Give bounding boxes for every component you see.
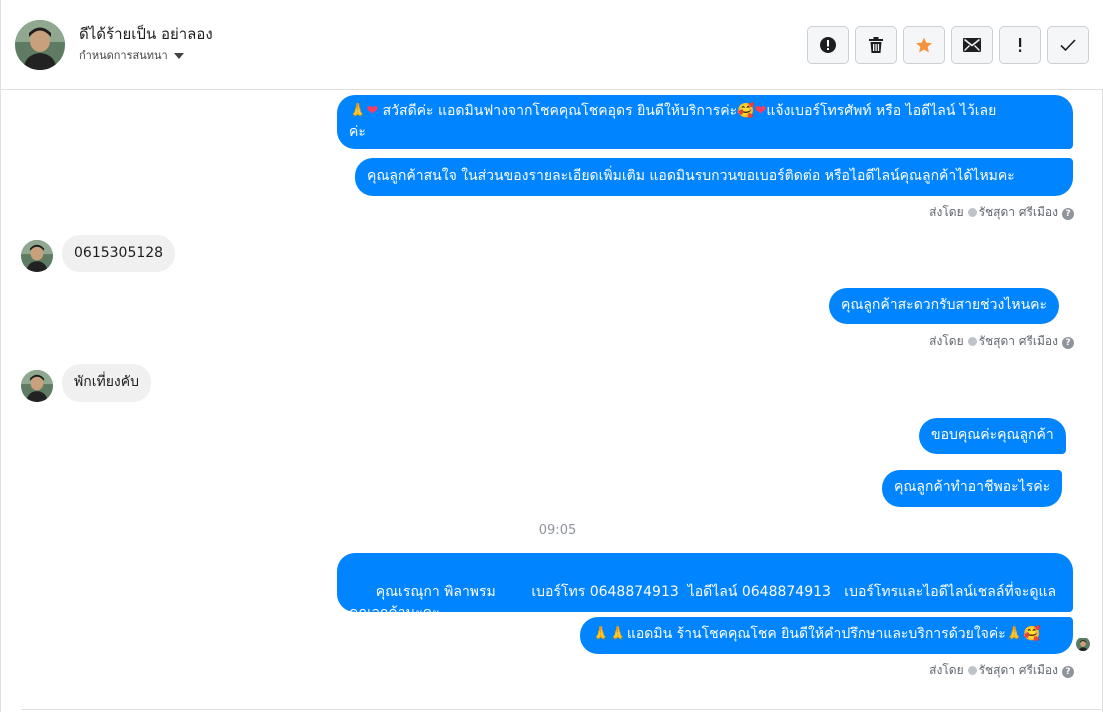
- help-icon[interactable]: ?: [1062, 666, 1074, 678]
- mail-icon: [963, 38, 981, 52]
- header-actions: [807, 26, 1089, 64]
- message-text: พักเที่ยงคับ: [74, 374, 140, 390]
- sent-by-prefix: ส่งโดย: [929, 663, 964, 677]
- outgoing-message[interactable]: คุณลูกค้าทำอาชีพอะไรค่ะ: [882, 470, 1063, 507]
- contact-avatar[interactable]: [15, 20, 65, 70]
- smiling-hearts-emoji: 🥰: [737, 103, 755, 119]
- assign-label: กำหนดการสนทนา: [79, 49, 168, 62]
- outgoing-message[interactable]: คุณเรณุกา พิลาพรม เบอร์โทร 0648874913 ไอ…: [337, 553, 1073, 621]
- star-icon: [916, 37, 932, 53]
- time-divider: 09:05: [538, 523, 577, 538]
- folded-hands-emoji: 🙏: [349, 103, 367, 119]
- help-icon[interactable]: ?: [1062, 337, 1074, 349]
- outgoing-message[interactable]: 🙏❤ สวัสดีค่ะ แอดมินฟางจากโชคคุณโชคอุดร ย…: [337, 95, 1073, 149]
- help-icon[interactable]: ?: [1062, 208, 1074, 220]
- mark-spam-button[interactable]: [807, 26, 849, 64]
- message-text: แอดมิน ร้านโชคคุณโชค ยินดีให้คำปรึกษาและ…: [626, 626, 1006, 642]
- sent-by-label: ส่งโดย รัชสุดา ศรีเมือง?: [929, 661, 1074, 680]
- message-text: คุณลูกค้าสนใจ ในส่วนของรายละเอียดเพิ่มเต…: [367, 168, 1015, 184]
- incoming-message[interactable]: พักเที่ยงคับ: [62, 364, 152, 402]
- message-text: แจ้งเบอร์โทรศัพท์ หรือ ไอดีไลน์ ไว้เลย: [766, 103, 997, 119]
- message-text: คุณลูกค้าสะดวกรับสายช่วงไหนคะ: [841, 297, 1048, 313]
- heart-emoji: ❤: [366, 103, 379, 119]
- page-dot-icon: [967, 208, 977, 217]
- contact-name[interactable]: ดีได้ร้ายเป็น อย่าลอง: [79, 22, 213, 46]
- message-text: ค่ะ: [349, 124, 366, 140]
- mark-unread-button[interactable]: [951, 26, 993, 64]
- sender-name[interactable]: รัชสุดา ศรีเมือง: [979, 334, 1058, 348]
- incoming-message[interactable]: 0615305128: [62, 235, 176, 272]
- alert-circle-icon: [820, 37, 836, 53]
- conversation-header: ดีได้ร้ายเป็น อย่าลอง กำหนดการสนทนา: [1, 0, 1103, 90]
- star-button[interactable]: [903, 26, 945, 64]
- page-dot-icon: [967, 337, 977, 346]
- message-text: 0615305128: [74, 245, 164, 261]
- sent-by-prefix: ส่งโดย: [929, 334, 964, 348]
- smiling-hearts-emoji: 🥰: [1023, 626, 1041, 642]
- message-text: ขอบคุณค่ะคุณลูกค้า: [931, 427, 1054, 443]
- outgoing-message[interactable]: 🙏🙏แอดมิน ร้านโชคคุณโชค ยินดีให้คำปรึกษาแ…: [580, 617, 1073, 654]
- folded-hands-emoji: 🙏: [1005, 626, 1024, 642]
- folded-hands-emoji: 🙏🙏: [592, 626, 627, 642]
- seen-receipt-avatar: [1076, 637, 1090, 651]
- sent-by-label: ส่งโดย รัชสุดา ศรีเมือง?: [929, 203, 1074, 222]
- heart-emoji: ❤: [754, 103, 767, 119]
- follow-up-button[interactable]: [999, 26, 1041, 64]
- delete-button[interactable]: [855, 26, 897, 64]
- message-text: คุณลูกค้าทำอาชีพอะไรค่ะ: [894, 479, 1051, 495]
- outgoing-message[interactable]: คุณลูกค้าสนใจ ในส่วนของรายละเอียดเพิ่มเต…: [355, 158, 1073, 196]
- message-text: สวัสดีค่ะ แอดมินฟางจากโชคคุณโชคอุดร ยินด…: [382, 103, 738, 119]
- sender-name[interactable]: รัชสุดา ศรีเมือง: [979, 205, 1058, 219]
- conversation-window: ดีได้ร้ายเป็น อย่าลอง กำหนดการสนทนา 🙏❤ ส…: [0, 0, 1103, 712]
- chevron-down-icon: [173, 53, 184, 59]
- page-dot-icon: [967, 666, 977, 675]
- contact-avatar-small[interactable]: [21, 370, 53, 402]
- check-icon: [1060, 39, 1076, 52]
- mark-done-button[interactable]: [1047, 26, 1089, 64]
- message-text: คุณเรณุกา พิลาพรม เบอร์โทร 0648874913 ไอ…: [375, 584, 1057, 600]
- outgoing-message[interactable]: ขอบคุณค่ะคุณลูกค้า: [919, 418, 1066, 454]
- sent-by-prefix: ส่งโดย: [929, 205, 964, 219]
- trash-icon: [869, 37, 883, 53]
- sender-name[interactable]: รัชสุดา ศรีเมือง: [979, 663, 1058, 677]
- sent-by-label: ส่งโดย รัชสุดา ศรีเมือง?: [929, 332, 1074, 351]
- exclamation-icon: [1019, 38, 1022, 52]
- message-thread[interactable]: 🙏❤ สวัสดีค่ะ แอดมินฟางจากโชคคุณโชคอุดร ย…: [1, 91, 1103, 712]
- composer-divider: [21, 709, 1101, 710]
- message-text: คุณลูกค้านะคะ: [349, 605, 440, 621]
- contact-avatar-small[interactable]: [21, 240, 53, 272]
- assign-conversation-dropdown[interactable]: กำหนดการสนทนา: [79, 46, 184, 64]
- outgoing-message[interactable]: คุณลูกค้าสะดวกรับสายช่วงไหนคะ: [829, 288, 1060, 324]
